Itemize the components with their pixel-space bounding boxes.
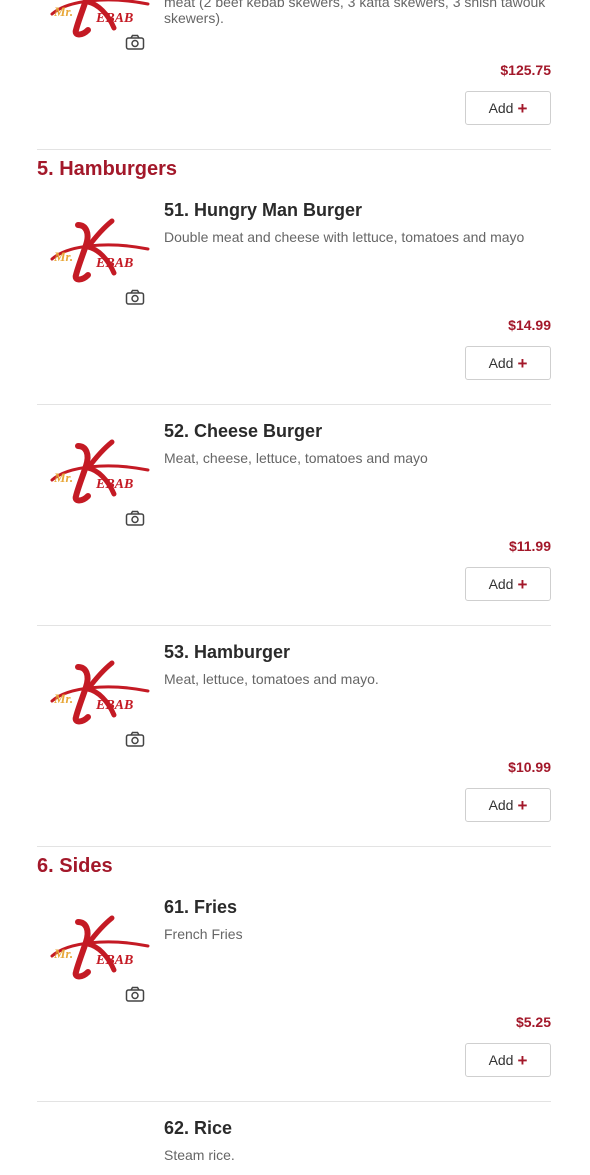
add-label: Add [488,1052,514,1068]
section-title-sides: 6. Sides [37,855,113,877]
camera-icon[interactable] [125,510,145,526]
add-button[interactable]: Add + [465,91,551,125]
plus-icon: + [517,795,528,815]
item-title[interactable]: 62. Rice [164,1118,232,1139]
camera-icon[interactable] [125,289,145,305]
add-button[interactable]: Add + [465,346,551,380]
item-price: $125.75 [500,62,551,78]
camera-icon[interactable] [125,34,145,50]
section-title-hamburgers: 5. Hamburgers [37,158,178,180]
camera-icon[interactable] [125,986,145,1002]
item-description: Meat, cheese, lettuce, tomatoes and mayo [164,450,428,466]
item-description: Steam rice. [164,1147,235,1163]
item-description: Meat, lettuce, tomatoes and mayo. [164,671,379,687]
divider [37,625,551,626]
divider [37,404,551,405]
item-title[interactable]: 53. Hamburger [164,642,290,663]
divider [37,149,551,150]
camera-icon[interactable] [125,731,145,747]
item-description: French Fries [164,926,243,942]
divider [37,1101,551,1102]
item-price: $11.99 [508,538,551,554]
plus-icon: + [517,1050,528,1070]
item-title[interactable]: 51. Hungry Man Burger [164,200,362,221]
add-button[interactable]: Add + [465,567,551,601]
add-button[interactable]: Add + [465,788,551,822]
item-image-logo[interactable] [48,215,150,285]
item-title[interactable]: 61. Fries [164,897,237,918]
plus-icon: + [517,353,528,373]
add-label: Add [488,797,514,813]
add-label: Add [488,355,514,371]
add-button[interactable]: Add + [465,1043,551,1077]
item-price: $5.25 [515,1014,551,1030]
item-price: $14.99 [508,317,551,333]
item-description: Double meat and cheese with lettuce, tom… [164,229,525,245]
plus-icon: + [517,574,528,594]
item-price: $10.99 [508,759,551,775]
item-image-logo[interactable] [48,912,150,982]
plus-icon: + [517,98,528,118]
divider [37,846,551,847]
item-image-logo[interactable] [48,436,150,506]
item-image-logo[interactable] [48,657,150,727]
item-title[interactable]: 52. Cheese Burger [164,421,322,442]
add-label: Add [488,100,514,116]
add-label: Add [488,576,514,592]
item-description: meat (2 beef kebab skewers, 3 kafta skew… [164,0,546,26]
